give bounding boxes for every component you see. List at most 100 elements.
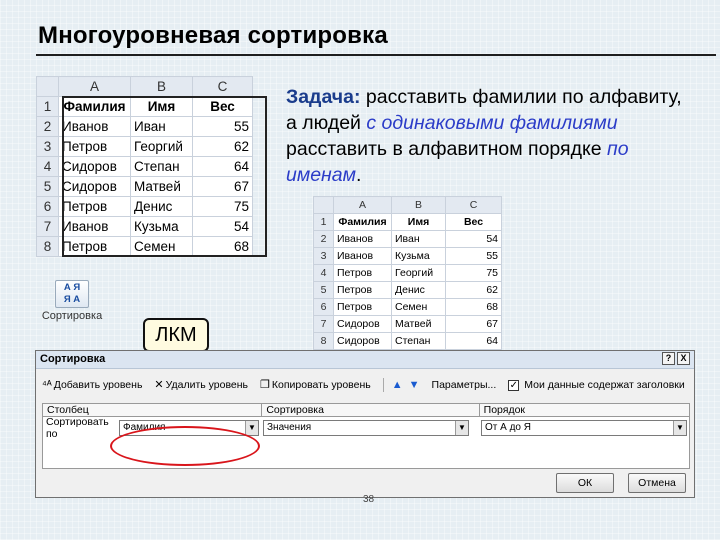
row-number[interactable]: 8 [313, 332, 334, 350]
sort-on-select-value: Значения [267, 422, 312, 433]
table-cell[interactable]: Иванов [333, 247, 392, 265]
task-part2: расставить в алфавитном порядке [286, 138, 607, 160]
row-number[interactable]: 1 [36, 96, 59, 117]
table-cell[interactable]: Денис [391, 281, 446, 299]
header-cell[interactable]: Фамилия [58, 96, 131, 117]
table-cell[interactable]: Иван [391, 230, 446, 248]
column-header-b[interactable]: B [130, 76, 193, 97]
add-level-label: Добавить уровень [53, 379, 143, 391]
row-number[interactable]: 7 [313, 315, 334, 333]
row-number[interactable]: 3 [36, 136, 59, 157]
table-cell[interactable]: 68 [445, 298, 502, 316]
close-button[interactable]: X [677, 352, 690, 365]
header-cell[interactable]: Фамилия [333, 213, 392, 231]
column-header-c[interactable]: C [445, 196, 502, 214]
help-button[interactable]: ? [662, 352, 675, 365]
table-cell[interactable]: 55 [445, 247, 502, 265]
column-header-b[interactable]: B [391, 196, 446, 214]
toolbar-separator [382, 378, 384, 392]
ribbon-sort-button[interactable]: А Я Я А Сортировка [38, 276, 106, 338]
table-cell[interactable]: 64 [192, 156, 253, 177]
table-cell[interactable]: 54 [445, 230, 502, 248]
unsorted-sheet: A B C 1 Фамилия Имя Вес 2 Иванов Иван 55 3 Петров Гео… [36, 76, 253, 257]
order-select[interactable]: От А до Я ▼ [481, 420, 687, 436]
row-number[interactable]: 2 [36, 116, 59, 137]
table-cell[interactable]: Петров [58, 236, 131, 257]
header-cell[interactable]: Вес [445, 213, 502, 231]
table-cell[interactable]: Сидоров [58, 176, 131, 197]
table-cell[interactable]: Сидоров [58, 156, 131, 177]
dialog-toolbar: ⁴ᴬ Добавить уровень ✕ Удалить уровень ❐ … [42, 377, 688, 393]
table-cell[interactable]: 54 [192, 216, 253, 237]
table-cell[interactable]: Иван [130, 116, 193, 137]
row-number[interactable]: 6 [36, 196, 59, 217]
header-cell[interactable]: Имя [130, 96, 193, 117]
table-cell[interactable]: Степан [130, 156, 193, 177]
table-cell[interactable]: Денис [130, 196, 193, 217]
ok-button[interactable]: ОК [556, 473, 614, 493]
table-cell[interactable]: Георгий [130, 136, 193, 157]
row-number[interactable]: 4 [36, 156, 59, 177]
table-cell[interactable]: Сидоров [333, 315, 392, 333]
table-cell[interactable]: Петров [58, 136, 131, 157]
arrow-up-icon: ▲ [391, 378, 403, 391]
options-button[interactable]: Параметры... [432, 379, 497, 391]
table-cell[interactable]: 67 [192, 176, 253, 197]
table-cell[interactable]: Иванов [58, 116, 131, 137]
has-headers-checkbox[interactable]: ✓ Мои данные содержат заголовки [508, 379, 685, 391]
column-header-a[interactable]: A [333, 196, 392, 214]
table-cell[interactable]: Иванов [333, 230, 392, 248]
table-cell[interactable]: Петров [333, 281, 392, 299]
table-cell[interactable]: Матвей [130, 176, 193, 197]
table-cell[interactable]: Кузьма [130, 216, 193, 237]
table-cell[interactable]: 75 [192, 196, 253, 217]
table-cell[interactable]: 75 [445, 264, 502, 282]
row-number[interactable]: 4 [313, 264, 334, 282]
header-cell[interactable]: Имя [391, 213, 446, 231]
delete-level-button[interactable]: ✕ Удалить уровень [154, 379, 248, 391]
sheet-corner[interactable] [36, 76, 59, 97]
cancel-button[interactable]: Отмена [628, 473, 686, 493]
table-cell[interactable]: 67 [445, 315, 502, 333]
column-header-column: Столбец [43, 404, 263, 416]
table-cell[interactable]: 64 [445, 332, 502, 350]
table-cell[interactable]: Петров [58, 196, 131, 217]
column-header-c[interactable]: C [192, 76, 253, 97]
table-cell[interactable]: Матвей [391, 315, 446, 333]
move-down-button[interactable]: ▼ [409, 379, 420, 391]
table-cell[interactable]: Петров [333, 298, 392, 316]
copy-level-button[interactable]: ❐ Копировать уровень [260, 379, 371, 391]
table-cell[interactable]: Кузьма [391, 247, 446, 265]
table-cell[interactable]: Семен [391, 298, 446, 316]
row-number[interactable]: 5 [313, 281, 334, 299]
has-headers-label: Мои данные содержат заголовки [524, 379, 685, 391]
add-level-button[interactable]: ⁴ᴬ Добавить уровень [42, 379, 142, 391]
column-header-a[interactable]: A [58, 76, 131, 97]
dropdown-arrow-icon: ▼ [673, 421, 686, 435]
row-number[interactable]: 1 [313, 213, 334, 231]
table-cell[interactable]: Семен [130, 236, 193, 257]
delete-level-label: Удалить уровень [165, 379, 249, 391]
move-up-button[interactable]: ▲ [391, 378, 403, 391]
row-number[interactable]: 8 [36, 236, 59, 257]
table-cell[interactable]: 55 [192, 116, 253, 137]
table-cell[interactable]: Степан [391, 332, 446, 350]
row-number[interactable]: 3 [313, 247, 334, 265]
row-number[interactable]: 5 [36, 176, 59, 197]
header-cell[interactable]: Вес [192, 96, 253, 117]
table-cell[interactable]: 62 [445, 281, 502, 299]
copy-level-icon: ❐ [260, 378, 270, 391]
table-cell[interactable]: Георгий [391, 264, 446, 282]
row-number[interactable]: 2 [313, 230, 334, 248]
sort-on-select[interactable]: Значения ▼ [263, 420, 469, 436]
sheet-corner[interactable] [313, 196, 334, 214]
checkbox-checked-icon: ✓ [508, 379, 520, 391]
table-cell[interactable]: Иванов [58, 216, 131, 237]
table-row: 3 Петров Георгий 62 [36, 136, 253, 157]
table-cell[interactable]: Сидоров [333, 332, 392, 350]
table-cell[interactable]: 62 [192, 136, 253, 157]
table-cell[interactable]: Петров [333, 264, 392, 282]
row-number[interactable]: 6 [313, 298, 334, 316]
row-number[interactable]: 7 [36, 216, 59, 237]
table-cell[interactable]: 68 [192, 236, 253, 257]
